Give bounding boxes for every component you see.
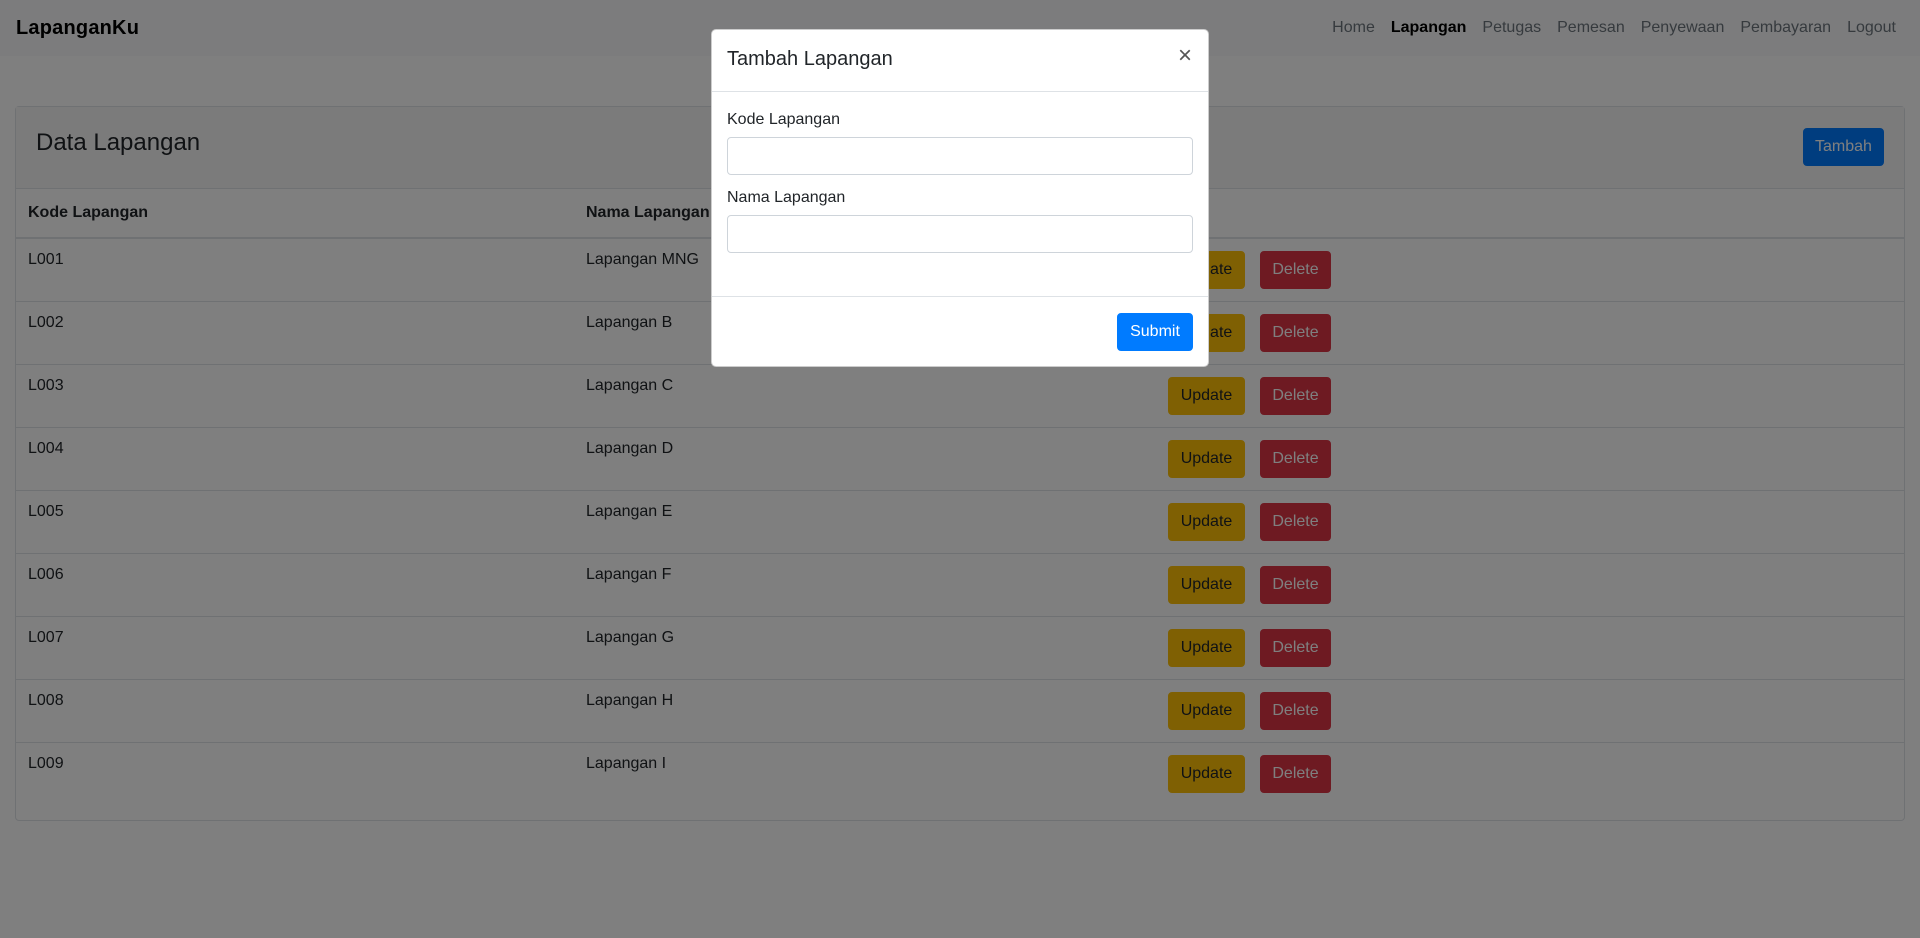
modal-footer: Submit bbox=[712, 297, 1208, 367]
modal-title: Tambah Lapangan bbox=[727, 48, 893, 70]
submit-button[interactable]: Submit bbox=[1117, 313, 1193, 351]
close-icon[interactable]: × bbox=[1178, 44, 1192, 68]
modal-header: Tambah Lapangan × bbox=[712, 30, 1208, 92]
tambah-lapangan-modal: Tambah Lapangan × Kode Lapangan Nama Lap… bbox=[711, 29, 1209, 367]
nama-lapangan-label: Nama Lapangan bbox=[727, 189, 846, 206]
kode-lapangan-input[interactable] bbox=[727, 137, 1193, 175]
modal-body: Kode Lapangan Nama Lapangan bbox=[712, 92, 1208, 297]
kode-lapangan-label: Kode Lapangan bbox=[727, 111, 840, 128]
nama-lapangan-input[interactable] bbox=[727, 215, 1193, 253]
